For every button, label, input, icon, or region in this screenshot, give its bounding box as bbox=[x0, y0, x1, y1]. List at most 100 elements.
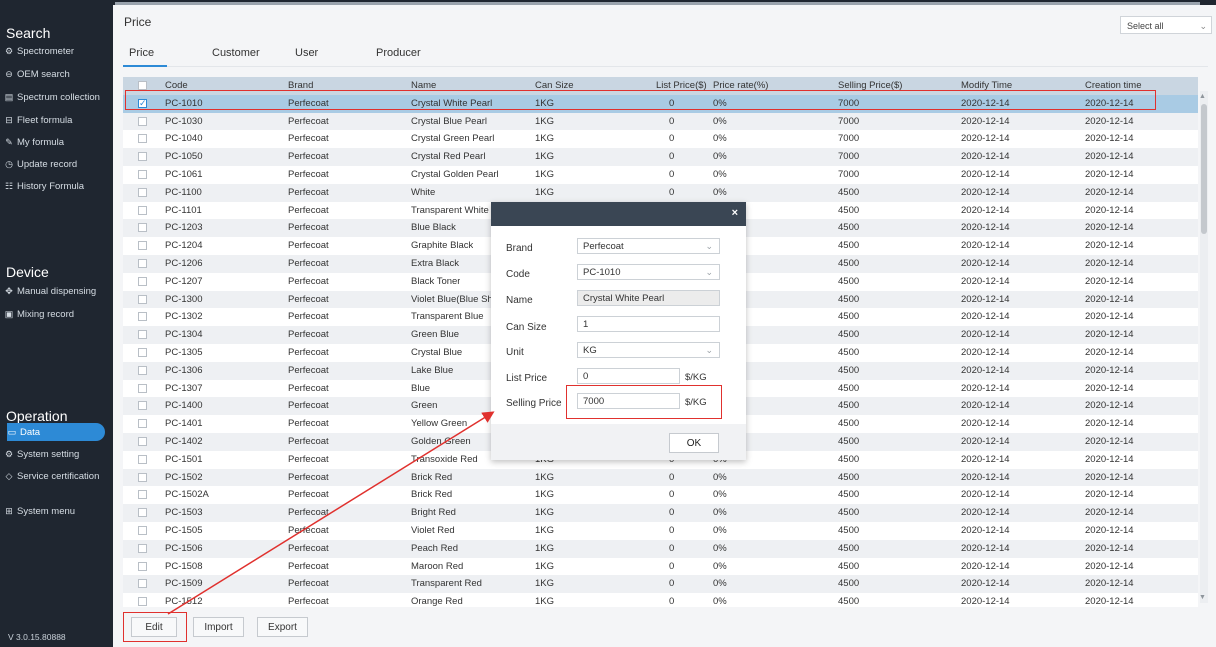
cell-creation-time: 2020-12-14 bbox=[1085, 329, 1134, 341]
table-row[interactable]: PC-1100 Perfecoat White 1KG 0 0% 4500 2020-12-1… bbox=[123, 183, 1198, 202]
cell-can-size: 1KG bbox=[535, 489, 555, 501]
table-row[interactable]: PC-1512 Perfecoat Orange Red 1KG 0 0% 4500 2020… bbox=[123, 593, 1198, 607]
column-header-modify-time[interactable]: Modify Time bbox=[961, 77, 1012, 95]
row-checkbox[interactable] bbox=[138, 223, 147, 233]
edit-button[interactable]: Edit bbox=[131, 617, 177, 637]
sidebar-item-fleet-formula[interactable]: ⊟ Fleet formula bbox=[4, 111, 107, 129]
table-row[interactable]: PC-1040 Perfecoat Crystal Green Pearl 1KG 0 0… bbox=[123, 130, 1198, 149]
sidebar-item-data[interactable]: ▭ Data bbox=[7, 423, 105, 441]
row-checkbox[interactable] bbox=[138, 490, 147, 500]
tabs-divider bbox=[123, 66, 1208, 67]
row-checkbox[interactable] bbox=[138, 95, 147, 113]
sidebar-item-system-menu[interactable]: ⊞ System menu bbox=[4, 502, 107, 520]
table-row[interactable]: PC-1030 Perfecoat Crystal Blue Pearl 1KG 0 0%… bbox=[123, 112, 1198, 131]
cell-name: Orange Red bbox=[411, 596, 463, 607]
cell-can-size: 1KG bbox=[535, 507, 555, 519]
row-checkbox[interactable] bbox=[138, 597, 147, 607]
row-checkbox[interactable] bbox=[138, 383, 147, 393]
sidebar-item-update-record[interactable]: ◷ Update record bbox=[4, 155, 107, 173]
row-checkbox[interactable] bbox=[138, 187, 147, 197]
row-checkbox[interactable] bbox=[138, 472, 147, 482]
cell-modify-time: 2020-12-14 bbox=[961, 115, 1010, 127]
row-checkbox[interactable] bbox=[138, 294, 147, 304]
row-checkbox[interactable] bbox=[138, 170, 147, 179]
tab-user[interactable]: User bbox=[295, 47, 318, 59]
table-row[interactable]: PC-1502 Perfecoat Brick Red 1KG 0 0% 4500 2020-… bbox=[123, 468, 1198, 487]
row-checkbox[interactable] bbox=[138, 312, 147, 322]
column-header-list-price[interactable]: List Price($) bbox=[656, 77, 707, 95]
row-checkbox[interactable] bbox=[138, 330, 147, 340]
row-checkbox[interactable] bbox=[138, 241, 147, 251]
sidebar-item-history-formula[interactable]: ☷ History Formula bbox=[4, 177, 107, 195]
sidebar-item-service-certification[interactable]: ◇ Service certification bbox=[4, 467, 107, 485]
column-header-code[interactable]: Code bbox=[165, 77, 188, 95]
column-header-brand[interactable]: Brand bbox=[288, 77, 313, 95]
sidebar-item-mixing-record[interactable]: ▣ Mixing record bbox=[4, 305, 107, 323]
cell-name: Lake Blue bbox=[411, 364, 454, 376]
import-button[interactable]: Import bbox=[193, 617, 244, 637]
cell-name: Blue bbox=[411, 382, 431, 394]
column-header-can-size[interactable]: Can Size bbox=[535, 77, 574, 95]
row-checkbox[interactable] bbox=[138, 365, 147, 375]
row-checkbox[interactable] bbox=[138, 348, 147, 357]
can-size-input[interactable]: 1 bbox=[577, 316, 720, 332]
sidebar-item-manual-dispensing[interactable]: ✥ Manual dispensing bbox=[4, 282, 107, 300]
selling-price-input[interactable]: 7000 bbox=[577, 393, 680, 409]
cell-selling-price: 4500 bbox=[838, 311, 860, 323]
sidebar-item-spectrum-collection[interactable]: ▤ Spectrum collection bbox=[4, 88, 107, 106]
row-checkbox[interactable] bbox=[138, 543, 147, 553]
row-checkbox[interactable] bbox=[138, 579, 147, 589]
column-header-name[interactable]: Name bbox=[411, 77, 436, 95]
scroll-down-icon[interactable]: ▼ bbox=[1199, 594, 1206, 601]
code-select[interactable]: PC-1010 ⌄ bbox=[577, 264, 720, 280]
row-checkbox[interactable] bbox=[138, 116, 147, 126]
select-all-dropdown[interactable]: Select all ⌄ bbox=[1120, 16, 1212, 34]
list-price-input[interactable]: 0 bbox=[577, 368, 680, 384]
table-row[interactable]: PC-1506 Perfecoat Peach Red 1KG 0 0% 4500 2020-… bbox=[123, 539, 1198, 558]
scrollbar-thumb[interactable] bbox=[1201, 104, 1207, 234]
row-checkbox[interactable] bbox=[138, 259, 147, 268]
tab-producer[interactable]: Producer bbox=[376, 47, 421, 59]
tab-price[interactable]: Price bbox=[129, 47, 154, 59]
table-row[interactable]: PC-1503 Perfecoat Bright Red 1KG 0 0% 4500 2020… bbox=[123, 504, 1198, 522]
column-header-selling-price[interactable]: Selling Price($) bbox=[838, 77, 902, 95]
table-row[interactable]: PC-1010 Perfecoat Crystal White Pearl 1KG 0 0… bbox=[123, 94, 1198, 113]
table-row[interactable]: PC-1502A Perfecoat Brick Red 1KG 0 0% 4500 2020… bbox=[123, 486, 1198, 505]
row-checkbox[interactable] bbox=[138, 419, 147, 429]
scroll-up-icon[interactable]: ▲ bbox=[1199, 93, 1206, 100]
table-row[interactable]: PC-1509 Perfecoat Transparent Red 1KG 0 0% 450… bbox=[123, 575, 1198, 594]
ok-button[interactable]: OK bbox=[669, 433, 719, 453]
row-checkbox[interactable] bbox=[138, 134, 147, 144]
chevron-down-icon: ⌄ bbox=[705, 241, 713, 251]
row-checkbox[interactable] bbox=[138, 152, 147, 162]
table-row[interactable]: PC-1050 Perfecoat Crystal Red Pearl 1KG 0 0% 7… bbox=[123, 148, 1198, 166]
row-checkbox[interactable] bbox=[138, 508, 147, 518]
row-checkbox[interactable] bbox=[138, 454, 147, 464]
cell-brand: Perfecoat bbox=[288, 347, 329, 358]
row-checkbox[interactable] bbox=[138, 205, 147, 215]
row-checkbox[interactable] bbox=[138, 276, 147, 286]
column-header-creation-time[interactable]: Creation time bbox=[1085, 77, 1142, 95]
table-row[interactable]: PC-1505 Perfecoat Violet Red 1KG 0 0% 4500 2020… bbox=[123, 522, 1198, 540]
row-checkbox[interactable] bbox=[138, 437, 147, 446]
column-header-price-rate[interactable]: Price rate(%) bbox=[713, 77, 768, 95]
cell-selling-price: 4500 bbox=[838, 382, 860, 394]
sidebar-item-my-formula[interactable]: ✎ My formula bbox=[4, 133, 107, 151]
table-row[interactable]: PC-1061 Perfecoat Crystal Golden Pearl 1KG 0… bbox=[123, 166, 1198, 184]
sidebar-item-oem-search[interactable]: ⊖ OEM search bbox=[4, 65, 107, 83]
export-button[interactable]: Export bbox=[257, 617, 308, 637]
unit-select[interactable]: KG ⌄ bbox=[577, 342, 720, 358]
row-checkbox[interactable] bbox=[138, 561, 147, 571]
dispense-icon: ✥ bbox=[5, 286, 13, 296]
tab-customer[interactable]: Customer bbox=[212, 47, 260, 59]
cell-code: PC-1502A bbox=[165, 489, 209, 501]
brand-select[interactable]: Perfecoat ⌄ bbox=[577, 238, 720, 254]
row-checkbox[interactable] bbox=[138, 526, 147, 535]
table-header: Code Brand Name Can Size List Price($) P… bbox=[123, 77, 1198, 95]
select-all-checkbox[interactable] bbox=[138, 81, 147, 90]
close-icon[interactable]: × bbox=[732, 207, 738, 219]
sidebar-item-system-setting[interactable]: ⚙ System setting bbox=[4, 445, 107, 463]
table-row[interactable]: PC-1508 Perfecoat Maroon Red 1KG 0 0% 4500 2020… bbox=[123, 557, 1198, 576]
row-checkbox[interactable] bbox=[138, 401, 147, 411]
sidebar-item-spectrometer[interactable]: ⚙ Spectrometer bbox=[4, 42, 107, 60]
